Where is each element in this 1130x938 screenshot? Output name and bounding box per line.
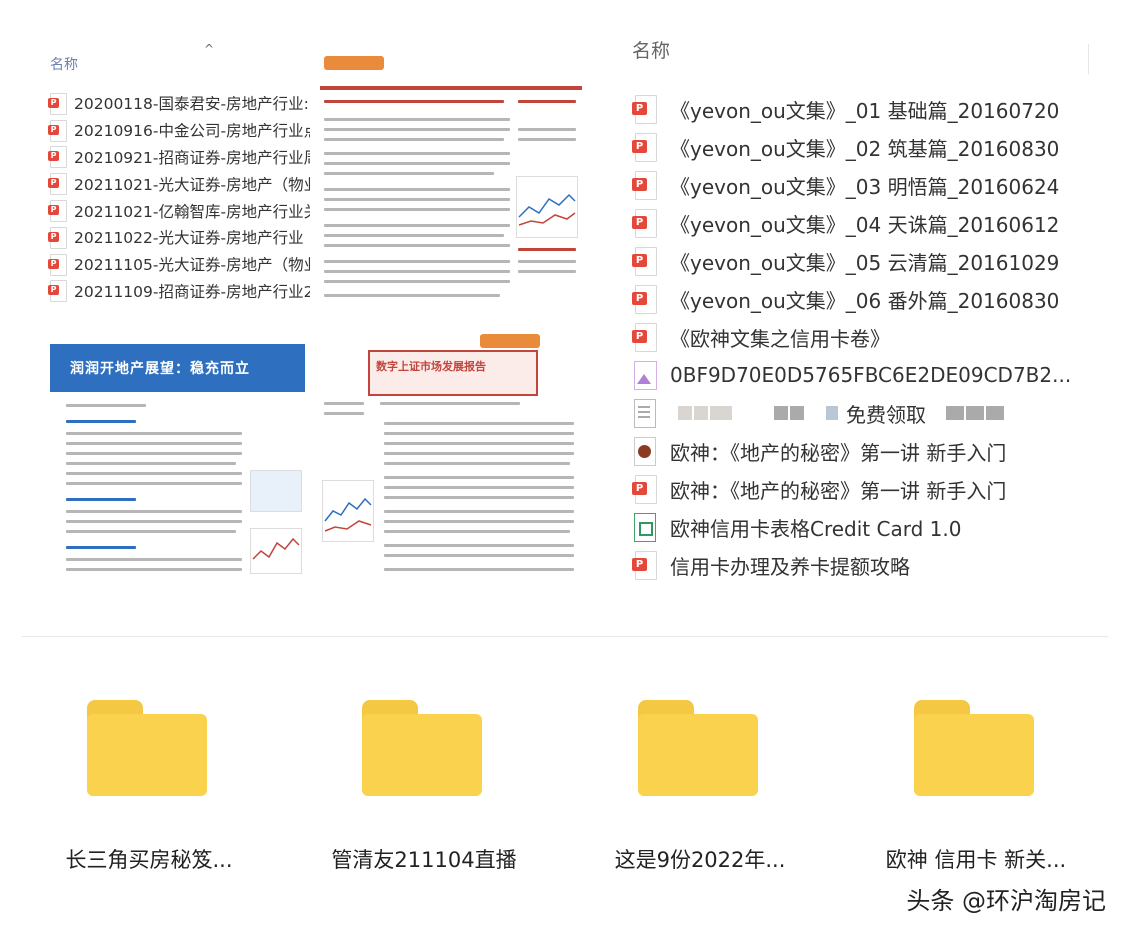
mini-chart bbox=[322, 480, 374, 542]
file-row[interactable]: P 20210921-招商证券-房地产行业周 bbox=[48, 144, 310, 171]
pdf-icon: P bbox=[632, 323, 657, 352]
file-row[interactable]: P 20211109-招商证券-房地产行业20 bbox=[48, 278, 310, 305]
file-row[interactable]: 免费领取 bbox=[632, 394, 1102, 432]
document-icon bbox=[632, 399, 656, 428]
folder-label: 管清友211104直播 bbox=[331, 848, 517, 872]
section-divider bbox=[22, 636, 1108, 637]
watermark: 头条 @环沪淘房记 bbox=[906, 887, 1106, 915]
file-row[interactable]: 0BF9D70E0D5765FBC6E2DE09CD7B2... bbox=[632, 356, 1102, 394]
banner-title: 润润开地产展望：稳充而立 bbox=[70, 361, 250, 377]
pdf-icon: P bbox=[632, 133, 657, 162]
report-title: 数字上证市场发展报告 bbox=[376, 360, 486, 373]
file-row[interactable]: P 《yevon_ou文集》_05 云清篇_20161029 bbox=[632, 242, 1102, 280]
pdf-icon: P bbox=[48, 92, 67, 115]
folder-icon bbox=[362, 700, 482, 796]
mini-chart bbox=[250, 528, 302, 574]
file-row[interactable]: P 20211105-光大证券-房地产（物业 bbox=[48, 251, 310, 278]
pdf-icon: P bbox=[632, 95, 657, 124]
file-row[interactable]: P 《yevon_ou文集》_04 天诛篇_20160612 bbox=[632, 204, 1102, 242]
pdf-icon: P bbox=[632, 247, 657, 276]
file-row[interactable]: 欧神：《地产的秘密》第一讲 新手入门 bbox=[632, 432, 1102, 470]
file-row[interactable]: P 20211021-光大证券-房地产（物业 bbox=[48, 170, 310, 197]
folder-item[interactable]: 欧神 信用卡 新关... bbox=[876, 700, 1076, 872]
document-thumbnail-market-report[interactable]: 数字上证市场发展报告 bbox=[320, 330, 582, 580]
file-row[interactable]: P 20211022-光大证券-房地产行业（ bbox=[48, 224, 310, 251]
folder-icon bbox=[87, 700, 207, 796]
pdf-icon: P bbox=[632, 209, 657, 238]
document-thumbnail-report[interactable] bbox=[320, 48, 582, 310]
file-row[interactable]: P 《yevon_ou文集》_02 筑基篇_20160830 bbox=[632, 128, 1102, 166]
file-row[interactable]: 欧神信用卡表格Credit Card 1.0 bbox=[632, 508, 1102, 546]
pdf-icon: P bbox=[48, 253, 67, 276]
audio-icon bbox=[632, 437, 656, 466]
file-row[interactable]: P 20210916-中金公司-房地产行业点 bbox=[48, 117, 310, 144]
folder-label: 这是9份2022年... bbox=[614, 848, 786, 872]
file-row[interactable]: P 《欧神文集之信用卡卷》 bbox=[632, 318, 1102, 356]
pdf-icon: P bbox=[632, 551, 657, 580]
sort-ascending-icon[interactable]: ^ bbox=[204, 42, 214, 56]
pdf-icon: P bbox=[48, 173, 67, 196]
folder-item[interactable]: 长三角买房秘笈... bbox=[49, 700, 249, 872]
name-column-header[interactable]: 名称 bbox=[632, 36, 670, 63]
file-row[interactable]: P 20211021-亿翰智库-房地产行业关 bbox=[48, 197, 310, 224]
file-row[interactable]: P 《yevon_ou文集》_06 番外篇_20160830 bbox=[632, 280, 1102, 318]
folder-label: 欧神 信用卡 新关... bbox=[885, 848, 1067, 872]
pdf-icon: P bbox=[48, 280, 67, 303]
mini-chart bbox=[516, 176, 578, 238]
folder-icon bbox=[914, 700, 1034, 796]
file-row[interactable]: P 信用卡办理及养卡提额攻略 bbox=[632, 546, 1102, 584]
image-icon bbox=[632, 361, 657, 390]
folder-label: 长三角买房秘笈... bbox=[65, 848, 233, 872]
mini-chart bbox=[250, 470, 302, 512]
pdf-icon: P bbox=[48, 119, 67, 142]
pdf-icon: P bbox=[632, 285, 657, 314]
redacted-filename: 免费领取 bbox=[678, 399, 1006, 428]
folder-item[interactable]: 这是9份2022年... bbox=[600, 700, 800, 872]
name-column-header[interactable]: 名称 bbox=[50, 54, 78, 74]
document-thumbnail-outlook[interactable]: 润润开地产展望：稳充而立 bbox=[50, 330, 305, 580]
pdf-icon: P bbox=[632, 475, 657, 504]
report-logo bbox=[480, 334, 540, 348]
pdf-icon: P bbox=[48, 226, 67, 249]
report-logo bbox=[324, 56, 384, 70]
file-row[interactable]: P 欧神：《地产的秘密》第一讲 新手入门 bbox=[632, 470, 1102, 508]
file-row[interactable]: P 20200118-国泰君安-房地产行业: bbox=[48, 90, 310, 117]
folder-item[interactable]: 管清友211104直播 bbox=[324, 700, 524, 872]
right-file-list: 名称 P 《yevon_ou文集》_01 基础篇_20160720 P 《yevon… bbox=[620, 30, 1108, 590]
spreadsheet-icon bbox=[632, 513, 656, 542]
folder-icon bbox=[638, 700, 758, 796]
pdf-icon: P bbox=[48, 200, 67, 223]
left-file-list: 名称 ^ P 20200118-国泰君安-房地产行业: P 20210916-中金公… bbox=[44, 36, 310, 306]
pdf-icon: P bbox=[48, 146, 67, 169]
pdf-icon: P bbox=[632, 171, 657, 200]
file-row[interactable]: P 《yevon_ou文集》_01 基础篇_20160720 bbox=[632, 90, 1102, 128]
file-row[interactable]: P 《yevon_ou文集》_03 明悟篇_20160624 bbox=[632, 166, 1102, 204]
header-rule bbox=[320, 86, 582, 90]
